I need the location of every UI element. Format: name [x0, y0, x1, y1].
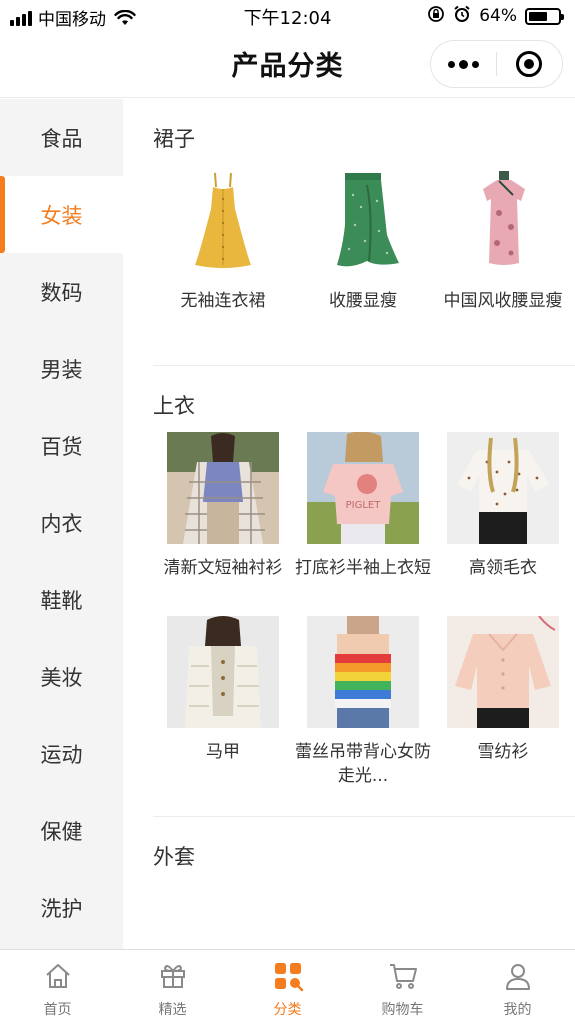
section-title: 上衣 — [153, 394, 195, 418]
sidebar-item-5[interactable]: 内衣 — [0, 484, 123, 561]
product-card[interactable]: 中国风收腰显瘦 — [433, 165, 573, 349]
alarm-icon — [453, 5, 471, 27]
product-card[interactable]: 高领毛衣 — [433, 432, 573, 616]
category-section: 外套 — [123, 817, 575, 883]
tab-label: 购物车 — [381, 1002, 424, 1018]
product-name: 蕾丝吊带背心女防走光... — [295, 742, 431, 786]
tab-2[interactable]: 分类 — [230, 950, 345, 1024]
product-image — [167, 165, 279, 277]
sidebar-item-3[interactable]: 男装 — [0, 330, 123, 407]
sidebar-item-1[interactable]: 女装 — [0, 176, 123, 253]
sidebar-item-4[interactable]: 百货 — [0, 407, 123, 484]
sidebar-item-0[interactable]: 食品 — [0, 99, 123, 176]
sidebar-item-10[interactable]: 洗护 — [0, 869, 123, 946]
tab-label: 分类 — [273, 1002, 302, 1018]
product-grid: 无袖连衣裙 收腰显瘦 中国风收腰显瘦 — [153, 165, 575, 349]
tab-label: 首页 — [43, 1002, 72, 1018]
navigation-bar: 产品分类 — [0, 32, 575, 98]
product-image — [447, 165, 559, 277]
product-card[interactable]: 收腰显瘦 — [293, 165, 433, 349]
product-image — [167, 432, 279, 544]
product-name: 清新文短袖衬衫 — [163, 558, 283, 578]
product-name: 打底衫半袖上衣短 — [295, 558, 431, 578]
tab-4[interactable]: 我的 — [460, 950, 575, 1024]
gift-icon — [157, 960, 189, 992]
sidebar-item-9[interactable]: 保健 — [0, 792, 123, 869]
tab-label: 精选 — [158, 1002, 187, 1018]
sidebar-item-7[interactable]: 美妆 — [0, 638, 123, 715]
category-sidebar: 食品 女装 数码 男装 百货 内衣 鞋靴 美妆 运动 保健 洗护 — [0, 99, 123, 949]
tab-bar: 首页 精选 分类 购物车 我的 — [0, 949, 575, 1024]
product-image — [447, 432, 559, 544]
svg-text:PIGLET: PIGLET — [346, 500, 382, 511]
product-name: 雪纺衫 — [477, 742, 529, 762]
tab-3[interactable]: 购物车 — [345, 950, 460, 1024]
tab-label: 我的 — [503, 1002, 532, 1018]
category-section: 上衣 清新文短袖衬衫 PIGLET 打底衫半袖上衣短 高领毛衣 马甲 蕾丝吊带背… — [123, 366, 575, 817]
tab-1[interactable]: 精选 — [115, 950, 230, 1024]
cart-icon — [387, 960, 419, 992]
rotation-lock-icon — [427, 5, 445, 27]
battery-percentage: 64% — [479, 6, 517, 26]
category-grid-icon — [272, 960, 304, 992]
close-circle-icon[interactable] — [497, 40, 562, 88]
status-bar: 中国移动 下午12:04 64% — [0, 0, 575, 32]
home-icon — [42, 960, 74, 992]
product-card[interactable]: 雪纺衫 — [433, 616, 573, 800]
section-title: 外套 — [153, 845, 195, 869]
product-card[interactable]: 蕾丝吊带背心女防走光... — [293, 616, 433, 800]
product-image: PIGLET — [307, 432, 419, 544]
product-name: 中国风收腰显瘦 — [443, 291, 563, 311]
category-section: 裙子 无袖连衣裙 收腰显瘦 中国风收腰显瘦 — [123, 99, 575, 366]
sidebar-item-2[interactable]: 数码 — [0, 253, 123, 330]
product-image — [167, 616, 279, 728]
product-card[interactable]: 马甲 — [153, 616, 293, 800]
product-card[interactable]: PIGLET 打底衫半袖上衣短 — [293, 432, 433, 616]
sidebar-item-8[interactable]: 运动 — [0, 715, 123, 792]
sidebar-item-6[interactable]: 鞋靴 — [0, 561, 123, 638]
tab-0[interactable]: 首页 — [0, 950, 115, 1024]
product-image — [307, 616, 419, 728]
product-grid: 清新文短袖衬衫 PIGLET 打底衫半袖上衣短 高领毛衣 马甲 蕾丝吊带背心女防… — [153, 432, 575, 800]
product-image — [447, 616, 559, 728]
product-card[interactable]: 无袖连衣裙 — [153, 165, 293, 349]
product-name: 马甲 — [206, 742, 240, 762]
category-content: 裙子 无袖连衣裙 收腰显瘦 中国风收腰显瘦 上衣 清新文短袖衬衫 PIGLET 打… — [123, 99, 575, 949]
user-icon — [502, 960, 534, 992]
more-dots-icon[interactable] — [431, 40, 496, 88]
product-card[interactable]: 清新文短袖衬衫 — [153, 432, 293, 616]
product-image — [307, 165, 419, 277]
product-name: 无袖连衣裙 — [180, 291, 266, 311]
section-title: 裙子 — [153, 127, 195, 151]
product-name: 收腰显瘦 — [329, 291, 397, 311]
product-name: 高领毛衣 — [469, 558, 537, 578]
battery-icon — [525, 7, 564, 25]
mini-program-capsule — [430, 40, 563, 88]
